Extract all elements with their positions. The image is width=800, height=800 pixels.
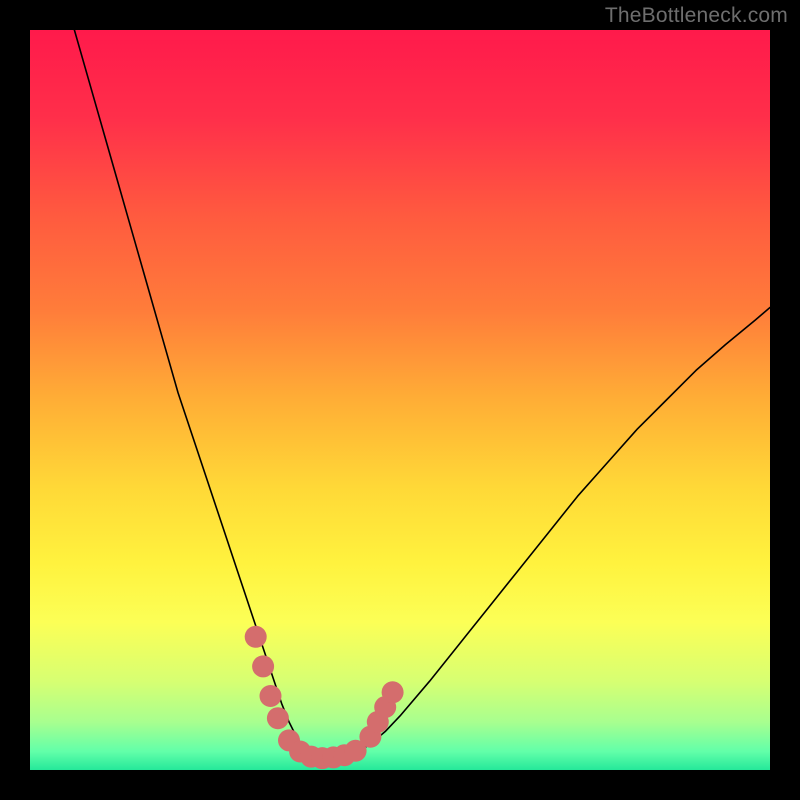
highlight-dot	[260, 685, 282, 707]
highlight-dot	[252, 655, 274, 677]
gradient-background	[30, 30, 770, 770]
highlight-dot	[382, 681, 404, 703]
highlight-dot	[245, 626, 267, 648]
chart-frame: TheBottleneck.com	[0, 0, 800, 800]
bottleneck-chart	[30, 30, 770, 770]
highlight-dot	[267, 707, 289, 729]
watermark-text: TheBottleneck.com	[605, 4, 788, 28]
